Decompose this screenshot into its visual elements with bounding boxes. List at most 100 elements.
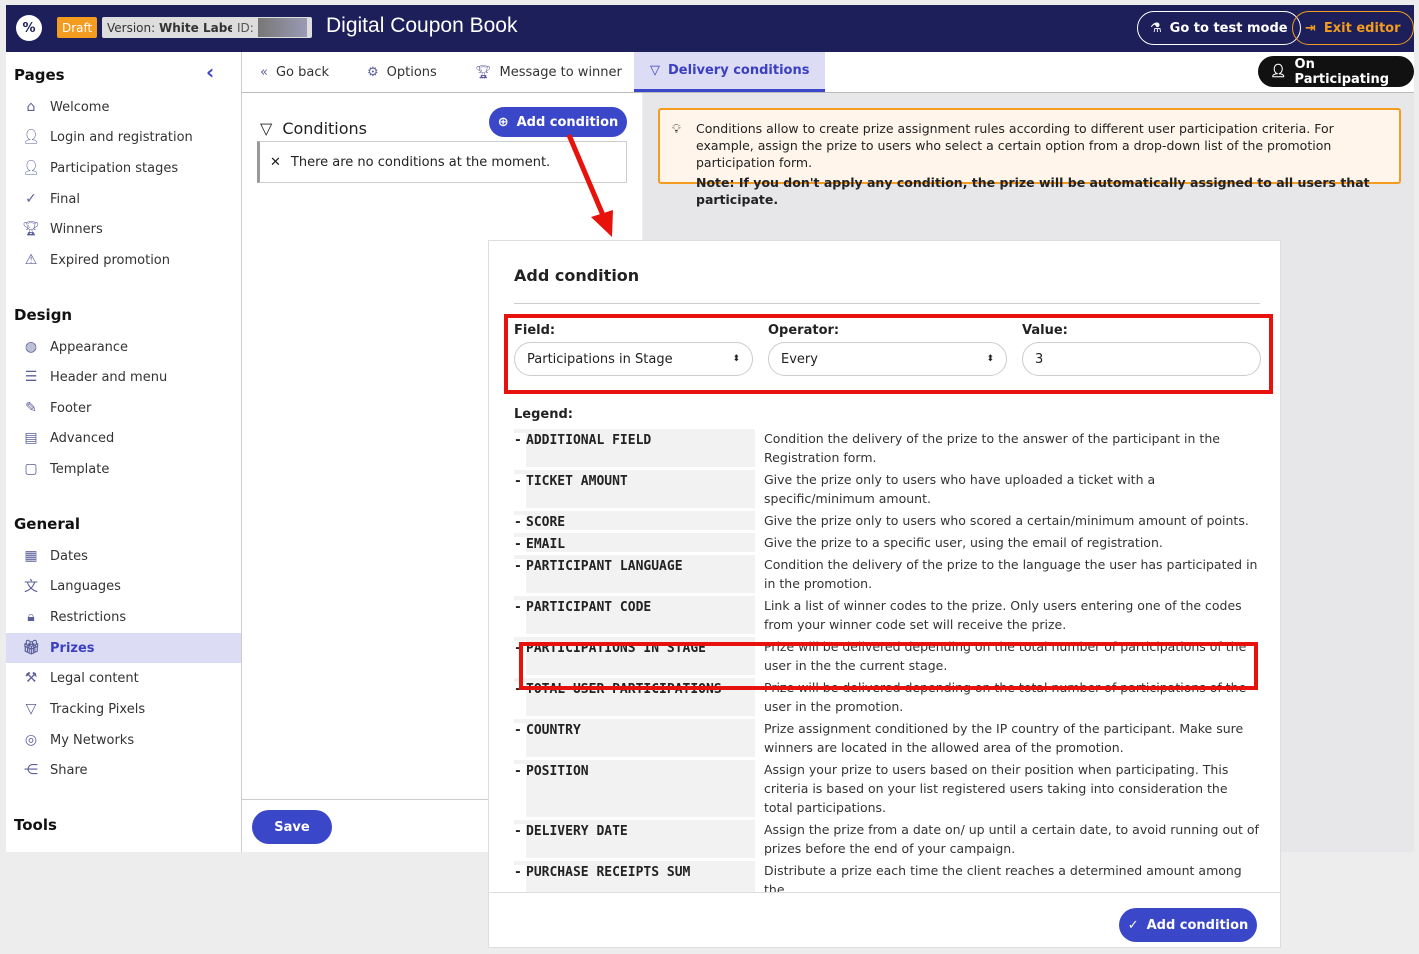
legend-row: - TICKET AMOUNT Give the prize only to use… (514, 470, 1264, 508)
legend-row: - SCORE Give the prize only to users who s… (514, 511, 1264, 530)
legend-description: Assign the prize from a date on/ up unti… (764, 822, 1259, 856)
id-badge: ID: (232, 17, 312, 38)
legend-term-text: COUNTRY (526, 723, 581, 738)
test-mode-label: Go to test mode (1169, 20, 1288, 36)
filter-icon: ▽ (25, 701, 37, 717)
options-label: Options (386, 64, 437, 80)
section-title: General (14, 515, 80, 533)
app-logo: % (16, 15, 42, 41)
sidebar-item-appearance[interactable]: ◍ Appearance (6, 332, 241, 362)
legend-term-text: PARTICIPANT LANGUAGE (526, 559, 683, 574)
sidebar-item-my-networks[interactable]: ◎ My Networks (6, 725, 241, 755)
save-button[interactable]: Save (252, 810, 332, 844)
plus-circle-icon: ⊕ (497, 114, 509, 130)
check-icon: ✓ (25, 191, 37, 207)
id-redacted (257, 18, 307, 37)
lock-icon: 🔒︎ (27, 609, 35, 625)
sidebar-item-footer[interactable]: ✎ Footer (6, 393, 241, 423)
sidebar-item-welcome[interactable]: ⌂ Welcome (6, 92, 241, 122)
options-tab[interactable]: ⚙ Options (367, 52, 437, 92)
sidebar-item-restrictions[interactable]: 🔒︎ Restrictions (6, 602, 241, 632)
legend-description: Give the prize only to users who have up… (764, 472, 1156, 506)
sidebar-item-header-and-menu[interactable]: ☰ Header and menu (6, 362, 241, 392)
sidebar-item-advanced[interactable]: ▤ Advanced (6, 423, 241, 453)
warning-icon: ⚠ (24, 252, 38, 268)
sidebar-item-expired-promotion[interactable]: ⚠ Expired promotion (6, 245, 241, 275)
submit-add-condition-button[interactable]: ✓ Add condition (1119, 908, 1257, 942)
sidebar-item-label: Share (50, 762, 88, 778)
sidebar-item-dates[interactable]: ▦ Dates (6, 541, 241, 571)
notice-text: Conditions allow to create prize assignm… (696, 121, 1334, 170)
exit-label: Exit editor (1323, 20, 1401, 36)
legend-term-text: ADDITIONAL FIELD (526, 433, 652, 448)
legend-term-text: DELIVERY DATE (526, 824, 628, 839)
collapse-sidebar-icon[interactable]: ‹ (206, 60, 214, 84)
go-back-tab[interactable]: « Go back (260, 52, 329, 92)
sidebar-item-tracking-pixels[interactable]: ▽ Tracking Pixels (6, 694, 241, 724)
sidebar-item-label: Footer (50, 400, 92, 416)
sidebar-item-label: Expired promotion (50, 252, 170, 268)
legend-row: - EMAIL Give the prize to a specific user,… (514, 533, 1264, 552)
sidebar-item-label: Login and registration (50, 129, 193, 145)
file-icon: ▢ (24, 461, 38, 477)
conditions-title: Conditions (282, 119, 367, 138)
legend-term: - ADDITIONAL FIELD (514, 429, 755, 467)
legend-description: Give the prize only to users who scored … (764, 513, 1249, 528)
sidebar-item-label: Tracking Pixels (50, 701, 146, 717)
legend-term: - TICKET AMOUNT (514, 470, 755, 508)
user-plus-icon: 👤︎ (1270, 64, 1287, 79)
message-tab[interactable]: 🏆︎ Message to winner (475, 52, 622, 92)
highlight-legend-row (519, 642, 1258, 690)
sidebar-item-label: Winners (50, 221, 103, 237)
sidebar-item-prizes[interactable]: 🎁︎ Prizes (6, 633, 241, 663)
legend-description: Distribute a prize each time the client … (764, 863, 1242, 892)
empty-text: There are no conditions at the moment. (290, 154, 551, 170)
code-icon: ▤ (24, 430, 38, 446)
legend-term-text: POSITION (526, 764, 589, 779)
modal-divider (514, 303, 1260, 304)
legend-description: Condition the delivery of the prize to t… (764, 431, 1220, 465)
palette-icon: ◍ (24, 339, 38, 355)
trophy-icon: 🏆︎ (22, 221, 40, 237)
notice-note: Note: If you don't apply any condition, … (696, 175, 1370, 207)
exit-icon: ⇥ (1305, 20, 1316, 36)
info-notice: 💡︎ Conditions allow to create prize assi… (658, 108, 1401, 207)
delivery-conditions-tab[interactable]: ▽ Delivery conditions (634, 52, 826, 92)
section-title: Tools (14, 816, 57, 834)
legend-term-text: PURCHASE RECEIPTS SUM (526, 865, 691, 880)
legend-description: Assign your prize to users based on thei… (764, 762, 1229, 815)
sidebar-item-label: Restrictions (50, 609, 127, 625)
modal-title: Add condition (514, 266, 640, 285)
globe-icon: ◎ (24, 732, 38, 748)
on-participating-button[interactable]: 👤︎ On Participating (1258, 56, 1414, 87)
legend-row: - COUNTRY Prize assignment conditioned by … (514, 719, 1264, 757)
highlight-form-box (504, 314, 1273, 394)
home-icon: ⌂ (26, 99, 36, 115)
close-icon: ✕ (270, 154, 281, 170)
gavel-icon: ⚒ (24, 670, 38, 686)
legend-term: - POSITION (514, 760, 755, 817)
legend-row: - PURCHASE RECEIPTS SUM Distribute a prize… (514, 861, 1264, 892)
test-mode-button[interactable]: ⚗ Go to test mode (1137, 11, 1301, 45)
gear-icon: ⚙ (367, 64, 379, 80)
sidebar-item-final[interactable]: ✓ Final (6, 184, 241, 214)
legend-term-text: TICKET AMOUNT (526, 474, 628, 489)
version-label: Version: (107, 20, 156, 35)
calendar-icon: ▦ (24, 548, 38, 564)
check-icon: ✓ (1127, 917, 1139, 933)
annotation-arrow (566, 134, 613, 237)
sidebar-item-template[interactable]: ▢ Template (6, 454, 241, 484)
sidebar-item-participation-stages[interactable]: 👤︎ Participation stages (6, 153, 241, 183)
sidebar-item-winners[interactable]: 🏆︎ Winners (6, 214, 241, 244)
legend-term-text: EMAIL (526, 537, 566, 552)
sidebar-item-languages[interactable]: 文 Languages (6, 571, 241, 601)
legend-term: - SCORE (514, 511, 755, 530)
sidebar-item-share[interactable]: ⋲ Share (6, 755, 241, 785)
legend-term: - COUNTRY (514, 719, 755, 757)
sidebar-item-label: Advanced (50, 430, 115, 446)
sidebar-item-login-and-registration[interactable]: 👤︎ Login and registration (6, 122, 241, 152)
sidebar-item-label: Legal content (50, 670, 139, 686)
sidebar-item-label: Template (50, 461, 110, 477)
exit-editor-button[interactable]: ⇥ Exit editor (1292, 11, 1414, 45)
sidebar-item-legal-content[interactable]: ⚒ Legal content (6, 663, 241, 693)
